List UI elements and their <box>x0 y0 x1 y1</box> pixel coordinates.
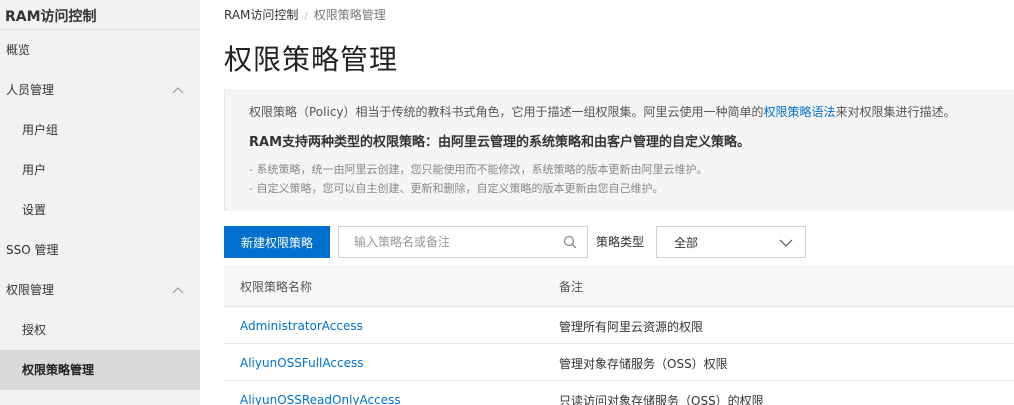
info-note-system: - 系统策略，统一由阿里云创建，您只能使用而不能修改，系统策略的版本更新由阿里云… <box>249 163 708 176</box>
sidebar-item-people-management[interactable]: 人员管理 <box>0 70 200 110</box>
chevron-up-icon[interactable] <box>172 285 184 295</box>
info-text: 权限策略（Policy）相当于传统的教科书式角色，它用于描述一组权限集。阿里云使… <box>249 105 764 119</box>
policy-name-link[interactable]: AliyunOSSReadOnlyAccess <box>240 393 401 405</box>
sidebar-item-label: 授权 <box>22 323 47 337</box>
sidebar-item-grants[interactable]: 授权 <box>0 310 200 350</box>
breadcrumb-current: 权限策略管理 <box>313 8 386 22</box>
policy-table: 权限策略名称 备注 AdministratorAccess 管理所有阿里云资源的… <box>224 265 1014 405</box>
sidebar-item-users[interactable]: 用户 <box>0 150 200 190</box>
info-text: 来对权限集进行描述。 <box>835 105 956 119</box>
info-description: 权限策略（Policy）相当于传统的教科书式角色，它用于描述一组权限集。阿里云使… <box>249 103 1014 121</box>
sidebar-item-overview[interactable]: 概览 <box>0 30 200 70</box>
column-header-note: 备注 <box>559 280 584 294</box>
sidebar-item-label: 权限管理 <box>6 283 55 297</box>
breadcrumb-root-link[interactable]: RAM访问控制 <box>224 8 298 22</box>
sidebar-item-label: 权限策略管理 <box>22 363 95 377</box>
sidebar-item-permission-management[interactable]: 权限管理 <box>0 270 200 310</box>
policy-note: 只读访问对象存储服务（OSS）的权限 <box>559 394 764 405</box>
main-content: RAM访问控制 / 权限策略管理 权限策略管理 权限策略（Policy）相当于传统的… <box>224 0 1014 405</box>
policy-type-label: 策略类型 <box>596 235 645 249</box>
new-policy-button[interactable]: 新建权限策略 <box>224 226 330 258</box>
table-row: AliyunOSSReadOnlyAccess 只读访问对象存储服务（OSS）的… <box>224 381 1014 405</box>
policy-name-link[interactable]: AdministratorAccess <box>240 319 363 333</box>
policy-name-link[interactable]: AliyunOSSFullAccess <box>240 356 363 370</box>
policy-type-value: 全部 <box>674 236 699 250</box>
column-header-name: 权限策略名称 <box>240 280 313 294</box>
info-panel: 权限策略（Policy）相当于传统的教科书式角色，它用于描述一组权限集。阿里云使… <box>224 89 1014 211</box>
policy-syntax-link[interactable]: 权限策略语法 <box>764 105 836 119</box>
search-icon[interactable] <box>563 235 577 249</box>
search-input[interactable] <box>339 227 549 257</box>
chevron-down-icon <box>779 239 793 247</box>
info-highlight: RAM支持两种类型的权限策略：由阿里云管理的系统策略和由客户管理的自定义策略。 <box>249 135 751 150</box>
policy-note: 管理对象存储服务（OSS）权限 <box>559 357 728 371</box>
sidebar-item-label: 设置 <box>22 203 47 217</box>
sidebar-item-policy-management[interactable]: 权限策略管理 <box>0 350 200 390</box>
sidebar-item-label: 用户组 <box>22 123 59 137</box>
breadcrumb-separator: / <box>304 11 308 22</box>
sidebar-item-label: 人员管理 <box>6 83 55 97</box>
page-title: 权限策略管理 <box>224 43 399 76</box>
sidebar-item-user-groups[interactable]: 用户组 <box>0 110 200 150</box>
sidebar-item-label: SSO 管理 <box>6 243 59 257</box>
sidebar-item-sso-management[interactable]: SSO 管理 <box>0 230 200 270</box>
sidebar-title: RAM访问控制 <box>0 0 200 30</box>
sidebar-item-label: 概览 <box>6 43 31 57</box>
info-note-custom: - 自定义策略，您可以自主创建、更新和删除，自定义策略的版本更新由您自己维护。 <box>249 182 664 195</box>
table-row: AliyunOSSFullAccess 管理对象存储服务（OSS）权限 <box>224 344 1014 381</box>
app: RAM访问控制 概览 人员管理 用户组 用户 设置 SSO 管理 权限管理 授权… <box>0 0 1014 405</box>
policy-note: 管理所有阿里云资源的权限 <box>559 320 704 334</box>
chevron-up-icon[interactable] <box>172 85 184 95</box>
sidebar-item-label: 用户 <box>22 163 47 177</box>
table-row: AdministratorAccess 管理所有阿里云资源的权限 <box>224 307 1014 344</box>
sidebar: RAM访问控制 概览 人员管理 用户组 用户 设置 SSO 管理 权限管理 授权… <box>0 0 200 405</box>
table-header: 权限策略名称 备注 <box>224 265 1014 307</box>
sidebar-item-settings[interactable]: 设置 <box>0 190 200 230</box>
breadcrumb: RAM访问控制 / 权限策略管理 <box>224 6 386 23</box>
search-box <box>338 226 588 258</box>
policy-type-select[interactable]: 全部 <box>656 226 806 258</box>
